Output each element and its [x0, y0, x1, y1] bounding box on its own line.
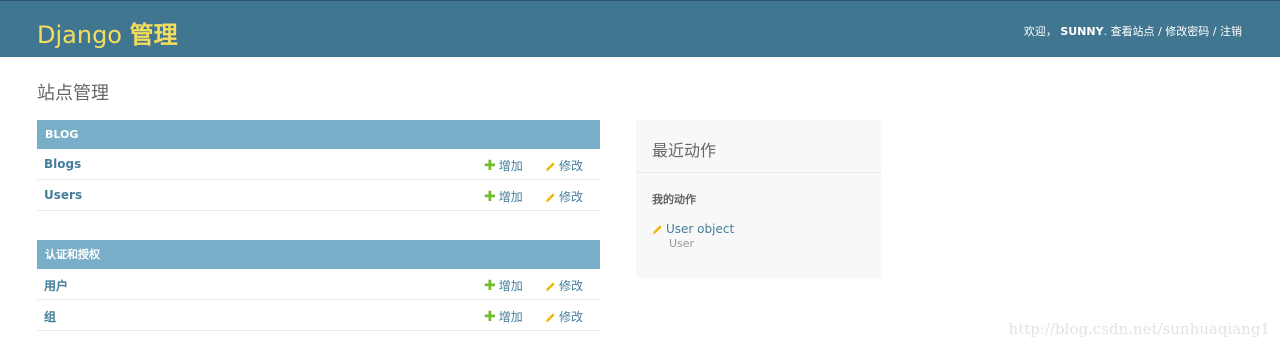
pencil-icon: [546, 282, 555, 291]
model-row-users-cn: 用户 ✚ 增加 修改: [37, 269, 600, 300]
add-link[interactable]: ✚ 增加: [484, 277, 523, 294]
user-tools: 欢迎， SUNNY. 查看站点 / 修改密码 / 注销: [1024, 23, 1242, 39]
change-password-link[interactable]: 修改密码: [1165, 25, 1209, 38]
recent-actions-panel: 最近动作 我的动作 User object User: [636, 120, 881, 278]
model-row-blogs: Blogs ✚ 增加 修改: [37, 149, 600, 180]
page-title: 站点管理: [37, 83, 109, 104]
watermark: http://blog.csdn.net/sunhuaqiang1: [1008, 320, 1270, 338]
plus-icon: ✚: [484, 278, 496, 294]
change-label: 修改: [559, 190, 584, 204]
pencil-icon: [546, 193, 555, 202]
module-caption[interactable]: 认证和授权: [37, 240, 600, 269]
separator: /: [1158, 25, 1162, 38]
model-link-groups[interactable]: 组: [44, 308, 56, 325]
change-link[interactable]: 修改: [545, 308, 583, 325]
pencil-icon: [546, 162, 555, 171]
change-label: 修改: [559, 279, 584, 293]
plus-icon: ✚: [484, 189, 496, 205]
change-label: 修改: [559, 159, 584, 173]
model-link-blogs[interactable]: Blogs: [44, 157, 81, 171]
add-link[interactable]: ✚ 增加: [484, 157, 523, 174]
divider: [636, 172, 881, 173]
add-link[interactable]: ✚ 增加: [484, 308, 523, 325]
module-blog: BLOG Blogs ✚ 增加 修改 Users ✚ 增加 修改: [37, 120, 600, 211]
change-link[interactable]: 修改: [545, 188, 583, 205]
module-caption[interactable]: BLOG: [37, 120, 600, 149]
view-site-link[interactable]: 查看站点: [1111, 25, 1155, 38]
logout-link[interactable]: 注销: [1220, 25, 1242, 38]
separator: /: [1212, 25, 1217, 38]
change-link[interactable]: 修改: [545, 277, 583, 294]
add-link[interactable]: ✚ 增加: [484, 188, 523, 205]
recent-action-label: User object: [666, 222, 735, 236]
pencil-icon: [653, 225, 662, 234]
add-label: 增加: [498, 159, 523, 173]
brand-cn: 管理: [129, 21, 178, 49]
plus-icon: ✚: [484, 158, 496, 174]
recent-action-link[interactable]: User object: [652, 222, 734, 236]
username: SUNNY: [1060, 25, 1104, 38]
model-row-groups: 组 ✚ 增加 修改: [37, 300, 600, 331]
change-label: 修改: [559, 310, 584, 324]
add-label: 增加: [498, 310, 523, 324]
my-actions-heading: 我的动作: [652, 193, 696, 206]
change-link[interactable]: 修改: [545, 157, 583, 174]
brand-latin: Django: [37, 21, 122, 49]
recent-actions-title: 最近动作: [652, 141, 717, 160]
site-branding[interactable]: Django 管理: [37, 15, 178, 50]
add-label: 增加: [498, 190, 523, 204]
model-link-users-cn[interactable]: 用户: [44, 277, 68, 294]
welcome-text: 欢迎，: [1023, 25, 1057, 38]
header-bar: Django 管理 欢迎， SUNNY. 查看站点 / 修改密码 / 注销: [0, 0, 1280, 57]
add-label: 增加: [498, 279, 523, 293]
module-auth: 认证和授权 用户 ✚ 增加 修改 组 ✚ 增加 修改: [37, 240, 600, 331]
model-link-users[interactable]: Users: [44, 188, 82, 202]
pencil-icon: [546, 313, 555, 322]
username-period: .: [1103, 25, 1108, 38]
model-row-users: Users ✚ 增加 修改: [37, 180, 600, 211]
plus-icon: ✚: [484, 309, 496, 325]
recent-action-type: User: [669, 237, 695, 250]
